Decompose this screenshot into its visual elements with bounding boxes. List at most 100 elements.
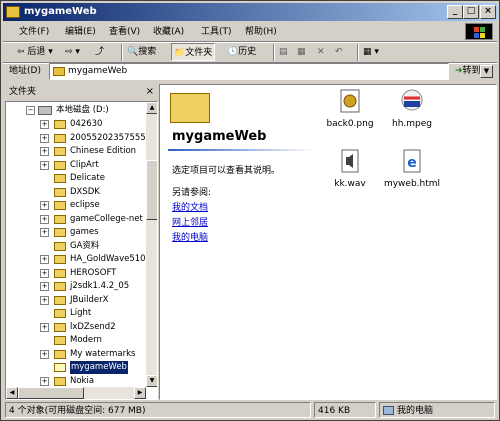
tree-item[interactable]: Delicate [6, 172, 146, 185]
views-button[interactable]: ▦ ▾ [363, 43, 379, 61]
png-image-icon [340, 89, 360, 113]
tree-item[interactable]: + HEROSOFT [6, 267, 146, 280]
expand-icon[interactable]: + [40, 228, 49, 237]
link-my-documents[interactable]: 我的文档 [172, 200, 208, 213]
expand-icon[interactable]: + [40, 255, 49, 264]
file-name: back0.png [326, 119, 374, 129]
drive-icon [38, 106, 52, 115]
undo-button[interactable]: ↶ [335, 43, 343, 61]
expand-icon[interactable]: + [40, 349, 49, 359]
file-item[interactable]: e myweb.html [382, 149, 442, 193]
folder-icon [54, 363, 66, 372]
status-location-label: 我的电脑 [397, 406, 434, 416]
folders-panel-title: 文件夹 [9, 87, 37, 97]
scroll-thumb[interactable] [18, 387, 84, 399]
scroll-thumb[interactable] [146, 160, 157, 220]
expand-icon[interactable]: + [40, 120, 49, 129]
tree-item[interactable]: +20055202357555 [6, 132, 146, 145]
menu-edit[interactable]: 编辑(E) [65, 23, 96, 41]
folder-icon [6, 6, 20, 18]
tree-item-label: Chinese Edition [70, 146, 137, 156]
back-button[interactable]: ⇦ 后退 ▾ [17, 43, 53, 61]
scroll-left-icon[interactable]: ◀ [6, 387, 18, 399]
expand-icon[interactable]: + [40, 268, 49, 278]
tree-item[interactable]: + games [6, 226, 146, 239]
expand-icon[interactable]: + [40, 147, 49, 156]
folders-button[interactable]: 📁文件夹 [171, 43, 216, 61]
expand-icon[interactable]: + [40, 201, 49, 210]
copy-to-button[interactable]: ▦ [297, 43, 306, 61]
horizontal-scrollbar[interactable]: ◀ ▶ [6, 387, 146, 399]
menu-help[interactable]: 帮助(H) [245, 23, 277, 41]
expand-icon[interactable]: + [40, 376, 49, 386]
menu-favorites[interactable]: 收藏(A) [153, 23, 184, 41]
folder-icon [54, 268, 66, 278]
title-bar[interactable]: mygameWeb _ □ × [3, 3, 497, 21]
folder-icon [54, 349, 66, 359]
tree-item-label: JBuilderX [70, 294, 109, 305]
forward-button[interactable]: ⇨ ▾ [65, 43, 80, 61]
go-button[interactable]: ➜转到 [455, 63, 497, 80]
tree-item[interactable]: + eclipse [6, 199, 146, 212]
up-folder-button[interactable]: ⤴ [95, 43, 104, 61]
copy-to-icon: ▦ [297, 47, 306, 57]
address-label: 地址(D) [9, 66, 41, 76]
maximize-button[interactable]: □ [463, 5, 479, 19]
minimize-button[interactable]: _ [447, 5, 463, 19]
menu-tools[interactable]: 工具(T) [201, 23, 232, 41]
close-button[interactable]: × [480, 5, 496, 19]
scroll-up-icon[interactable]: ▲ [146, 102, 157, 114]
file-item[interactable]: hh.mpeg [382, 89, 442, 133]
wav-audio-icon [341, 149, 359, 173]
tree-item[interactable]: + j2sdk1.4.2_05 [6, 280, 146, 293]
go-label: 转到 [462, 66, 481, 76]
tree-item-label: eclipse [70, 200, 100, 210]
tree-item[interactable]: + gameCollege-net [6, 213, 146, 226]
move-to-button[interactable]: ▤ [279, 43, 288, 61]
menu-file[interactable]: 文件(F) [19, 23, 49, 41]
tree-item[interactable]: + ClipArt [6, 159, 146, 172]
link-my-computer[interactable]: 我的电脑 [172, 230, 208, 243]
search-button[interactable]: 🔍搜索 [127, 43, 156, 61]
folder-icon [54, 309, 66, 318]
windows-logo-icon [465, 23, 493, 40]
expand-icon[interactable]: + [40, 322, 49, 332]
see-also-label: 另请参阅: [172, 188, 212, 198]
tree-item[interactable]: + Chinese Edition [6, 145, 146, 158]
history-button[interactable]: 🕓历史 [227, 43, 256, 61]
scroll-right-icon[interactable]: ▶ [134, 387, 146, 399]
collapse-icon[interactable]: − [26, 106, 35, 115]
folder-icon [54, 174, 66, 183]
link-network-places[interactable]: 网上邻居 [172, 215, 208, 228]
tree-item[interactable]: + Nokia [6, 375, 146, 388]
tree-item[interactable]: Modern [6, 334, 146, 347]
tree-item[interactable]: +042630 [6, 118, 146, 131]
divider [357, 44, 359, 61]
folder-tree[interactable]: − 本地磁盘 (D:) +042630 +20055202357555 + Chine… [5, 101, 158, 400]
tree-item[interactable]: DXSDK [6, 186, 146, 199]
folder-icon [170, 93, 210, 123]
expand-icon[interactable]: + [40, 295, 49, 305]
tree-item-label: Modern [70, 335, 102, 345]
menu-view[interactable]: 查看(V) [109, 23, 140, 41]
tree-item[interactable]: + JBuilderX [6, 294, 146, 307]
expand-icon[interactable]: + [40, 160, 49, 170]
tree-item[interactable]: + My watermarks [6, 348, 146, 361]
file-item[interactable]: kk.wav [320, 149, 380, 193]
expand-icon[interactable]: + [40, 214, 49, 224]
vertical-scrollbar[interactable]: ▲ ▼ [146, 102, 157, 387]
tree-item[interactable]: + HA_GoldWave510 [6, 253, 146, 266]
expand-icon[interactable]: + [40, 133, 49, 143]
scroll-down-icon[interactable]: ▼ [146, 375, 157, 387]
file-item[interactable]: back0.png [320, 89, 380, 133]
folder-icon [54, 187, 66, 197]
address-input[interactable]: mygameWeb ▼ [49, 63, 493, 80]
tree-item[interactable]: Light [6, 307, 146, 320]
expand-icon[interactable]: + [40, 282, 49, 291]
tree-item[interactable]: GA资料 [6, 240, 146, 253]
close-icon[interactable]: × [146, 84, 154, 100]
delete-button[interactable]: ✕ [317, 43, 325, 61]
tree-item[interactable]: + lxDZsend2 [6, 321, 146, 334]
tree-item[interactable]: mygameWeb [6, 361, 146, 374]
tree-item-label: 20055202357555 [70, 132, 146, 143]
